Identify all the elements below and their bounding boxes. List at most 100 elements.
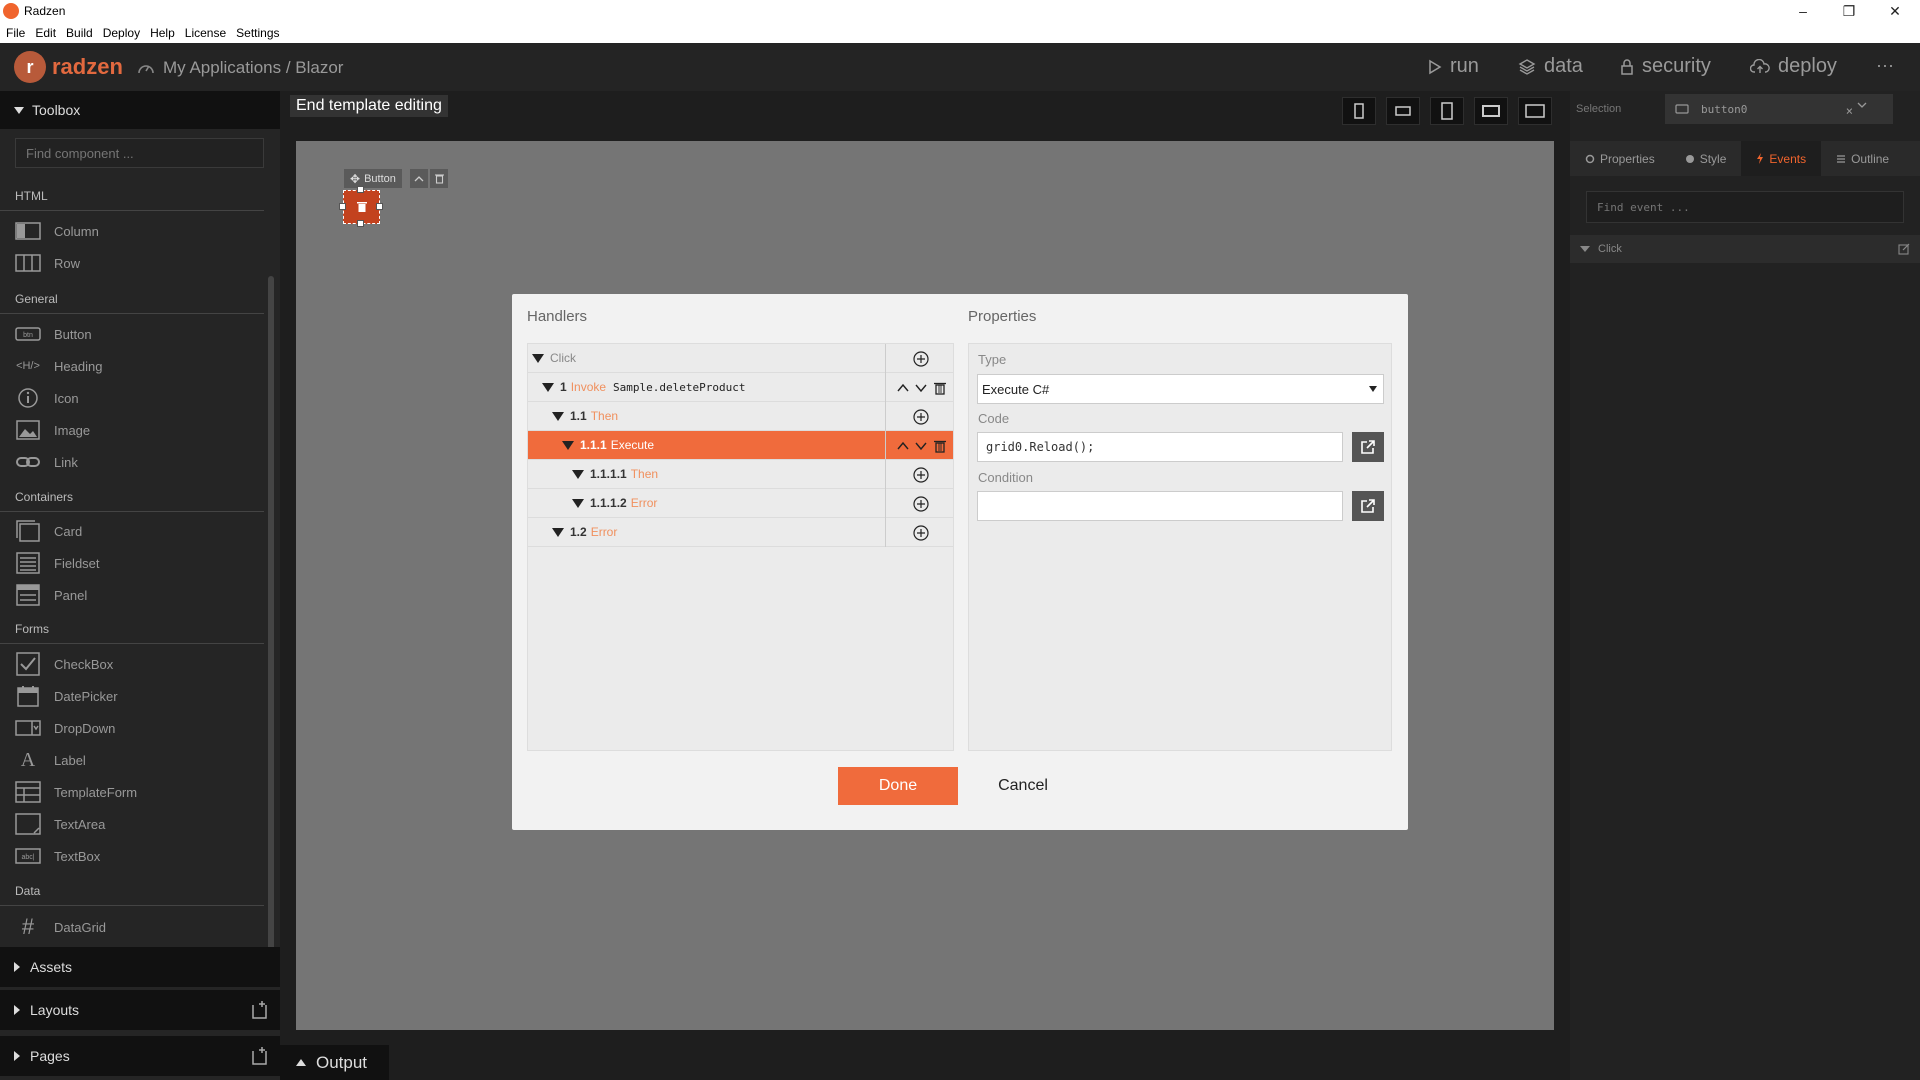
collapse-icon	[532, 353, 544, 363]
toolbox-item-checkbox[interactable]: CheckBox	[15, 651, 113, 677]
menu-license[interactable]: License	[185, 26, 226, 40]
trash-icon[interactable]	[933, 381, 946, 395]
menu-build[interactable]: Build	[66, 26, 93, 40]
edit-icon[interactable]	[1898, 243, 1910, 255]
toolbox-item-link[interactable]: Link	[15, 449, 78, 475]
find-event-input[interactable]	[1586, 191, 1904, 223]
menu-settings[interactable]: Settings	[236, 26, 279, 40]
toolbox-scrollbar[interactable]	[268, 276, 274, 971]
move-up-icon[interactable]	[896, 441, 910, 451]
deploy-button[interactable]: deploy	[1750, 55, 1837, 78]
toolbox-item-row[interactable]: Row	[15, 250, 80, 276]
handler-row[interactable]: 1.1.1.2 Error	[528, 489, 953, 518]
end-template-editing-button[interactable]: End template editing	[290, 95, 448, 117]
radzen-logo-icon[interactable]: r	[14, 51, 46, 83]
pages-label: Pages	[30, 1048, 70, 1064]
breadcrumb[interactable]: My Applications / Blazor	[137, 58, 343, 78]
move-down-icon[interactable]	[914, 441, 928, 451]
toolbox-item-textarea[interactable]: TextArea	[15, 811, 105, 837]
toolbox-item-column[interactable]: Column	[15, 218, 99, 244]
add-handler-icon[interactable]	[888, 344, 953, 373]
menu-help[interactable]: Help	[150, 26, 175, 40]
output-label: Output	[316, 1052, 368, 1072]
tab-events[interactable]: Events	[1741, 141, 1822, 176]
chevron-down-icon[interactable]	[1857, 102, 1879, 108]
output-toggle[interactable]: Output	[280, 1045, 389, 1080]
type-select[interactable]: Execute C#	[977, 374, 1384, 404]
handler-row[interactable]: 1.1.1.1 Then	[528, 460, 953, 489]
cancel-button[interactable]: Cancel	[973, 767, 1073, 805]
selection-dropdown[interactable]: button0 ×	[1665, 94, 1893, 124]
toolbox-item-label[interactable]: A Label	[15, 747, 86, 773]
add-layout-icon[interactable]	[250, 1000, 268, 1020]
tab-outline[interactable]: Outline	[1821, 141, 1904, 176]
move-down-icon[interactable]	[914, 383, 928, 393]
component-toolbar[interactable]: ✥ Button	[344, 169, 402, 188]
toolbox-item-datepicker[interactable]: DatePicker	[15, 683, 118, 709]
selected-button-component[interactable]	[343, 190, 380, 224]
move-up-icon[interactable]	[896, 383, 910, 393]
desktop-icon[interactable]	[1518, 97, 1552, 125]
card-icon	[15, 520, 41, 542]
menu-file[interactable]: File	[6, 26, 25, 40]
add-handler-icon[interactable]	[888, 460, 953, 489]
fieldset-icon	[15, 552, 41, 574]
toolbox-item-textbox[interactable]: abc| TextBox	[15, 843, 100, 869]
resize-handle[interactable]	[339, 203, 346, 210]
minimize-button[interactable]: –	[1780, 0, 1826, 22]
condition-input[interactable]	[977, 491, 1343, 521]
toolbox-item-templateform[interactable]: TemplateForm	[15, 779, 137, 805]
select-parent-icon[interactable]	[410, 169, 428, 188]
code-input[interactable]: grid0.Reload();	[977, 432, 1343, 462]
tab-properties[interactable]: Properties	[1570, 141, 1670, 176]
resize-handle[interactable]	[376, 203, 383, 210]
trash-icon[interactable]	[933, 439, 946, 453]
handler-row-selected[interactable]: 1.1.1 Execute	[528, 431, 953, 460]
move-icon[interactable]: ✥	[350, 172, 360, 186]
find-component-input[interactable]	[15, 138, 264, 168]
menu-edit[interactable]: Edit	[35, 26, 56, 40]
done-button[interactable]: Done	[838, 767, 958, 805]
more-options-icon[interactable]: ···	[1876, 55, 1894, 76]
security-button[interactable]: security	[1620, 55, 1711, 78]
add-page-icon[interactable]	[250, 1046, 268, 1066]
pages-section[interactable]: Pages	[0, 1036, 280, 1076]
toolbox-item-fieldset[interactable]: Fieldset	[15, 550, 100, 576]
data-button[interactable]: data	[1518, 55, 1583, 78]
toolbox-item-card[interactable]: Card	[15, 518, 82, 544]
toolbox-header[interactable]: Toolbox	[0, 91, 280, 129]
handler-row[interactable]: 1.2 Error	[528, 518, 953, 547]
handler-row[interactable]: 1.1 Then	[528, 402, 953, 431]
handler-row-root[interactable]: Click	[528, 344, 953, 373]
toolbox-item-image[interactable]: Image	[15, 417, 90, 443]
resize-handle[interactable]	[357, 186, 364, 193]
open-code-editor-button[interactable]	[1352, 432, 1384, 462]
menu-deploy[interactable]: Deploy	[103, 26, 140, 40]
open-condition-editor-button[interactable]	[1352, 491, 1384, 521]
tablet-portrait-icon[interactable]	[1430, 97, 1464, 125]
layouts-section[interactable]: Layouts	[0, 990, 280, 1030]
tab-style[interactable]: Style	[1670, 141, 1742, 176]
toolbox-item-panel[interactable]: Panel	[15, 582, 87, 608]
toolbox-item-icon[interactable]: Icon	[15, 385, 79, 411]
phone-portrait-icon[interactable]	[1342, 97, 1376, 125]
add-handler-icon[interactable]	[888, 489, 953, 518]
trash-icon	[357, 202, 367, 212]
phone-landscape-icon[interactable]	[1386, 97, 1420, 125]
restore-button[interactable]: ❐	[1826, 0, 1872, 22]
handler-row[interactable]: 1 Invoke Sample.deleteProduct	[528, 373, 953, 402]
toolbox-item-button[interactable]: btn Button	[15, 321, 92, 347]
tablet-landscape-icon[interactable]	[1474, 97, 1508, 125]
add-handler-icon[interactable]	[888, 518, 953, 547]
run-button[interactable]: run	[1428, 55, 1479, 78]
clear-selection-icon[interactable]: ×	[1846, 104, 1853, 118]
delete-component-icon[interactable]	[430, 169, 448, 188]
toolbox-item-dropdown[interactable]: DropDown	[15, 715, 115, 741]
assets-section[interactable]: Assets	[0, 947, 280, 987]
toolbox-item-datagrid[interactable]: # DataGrid	[15, 914, 106, 940]
resize-handle[interactable]	[357, 220, 364, 227]
toolbox-item-heading[interactable]: <H/> Heading	[15, 353, 102, 379]
close-window-button[interactable]: ✕	[1872, 0, 1918, 22]
add-handler-icon[interactable]	[888, 402, 953, 431]
event-click-row[interactable]: Click	[1570, 235, 1920, 263]
